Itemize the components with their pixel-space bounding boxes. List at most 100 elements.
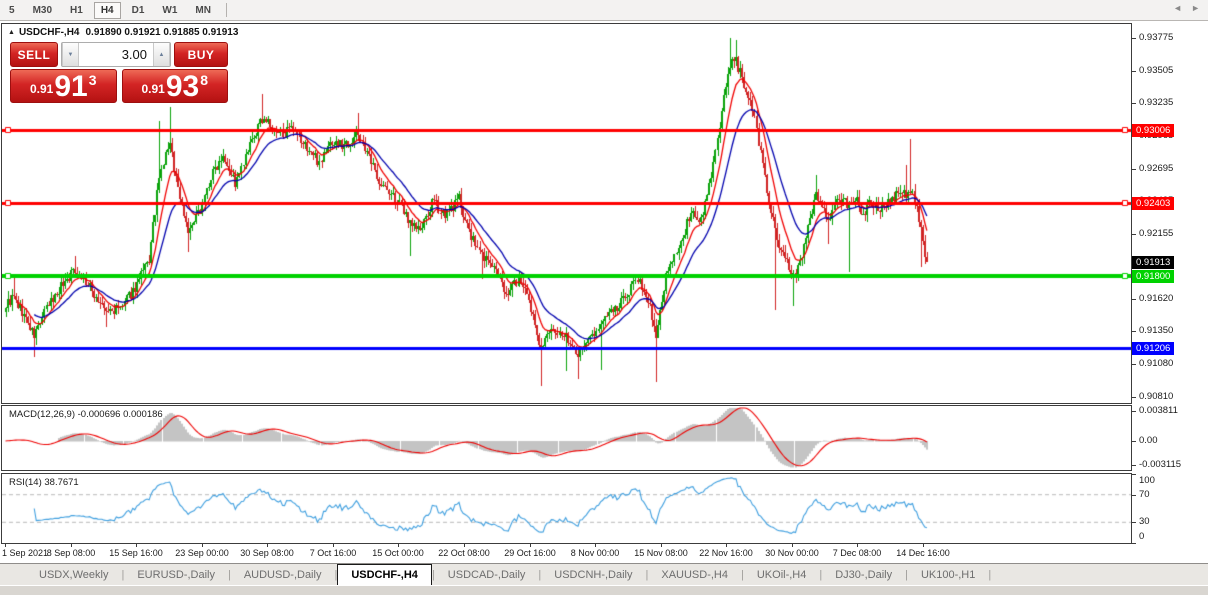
tab-separator: | xyxy=(988,564,991,585)
timeframe-button-mn[interactable]: MN xyxy=(188,2,218,19)
rsi-tick-label: 0 xyxy=(1139,531,1144,543)
timeframe-button-d1[interactable]: D1 xyxy=(125,2,152,19)
timeframe-button-h1[interactable]: H1 xyxy=(63,2,90,19)
volume-increase-button[interactable]: ▲ xyxy=(153,43,170,66)
sell-price-quote[interactable]: 0.91913 xyxy=(10,69,117,103)
tab-scroll-arrows: ◄ ► xyxy=(1173,3,1200,13)
price-axis[interactable]: 0.937750.935050.932350.929650.926950.924… xyxy=(1131,23,1208,543)
timeframe-toolbar: 5M30H1H4D1W1MN xyxy=(0,0,1208,21)
price-tick-mark xyxy=(1131,234,1136,235)
volume-spinner: ▼ ▲ xyxy=(61,42,171,67)
price-tick-mark xyxy=(1131,103,1136,104)
macd-canvas[interactable] xyxy=(2,406,1131,470)
time-tick-mark xyxy=(398,544,399,547)
price-tick-mark xyxy=(1131,397,1136,398)
price-tick-label: 0.91350 xyxy=(1139,325,1173,337)
volume-decrease-button[interactable]: ▼ xyxy=(62,43,79,66)
rsi-canvas[interactable] xyxy=(2,474,1131,543)
rsi-tick-label: 30 xyxy=(1139,516,1150,528)
status-strip xyxy=(0,585,1208,595)
timeframe-button-5[interactable]: 5 xyxy=(2,2,22,19)
chart-tab-usdcnhdaily[interactable]: USDCNH-,Daily xyxy=(541,564,645,585)
rsi-tick-mark xyxy=(1131,495,1136,496)
time-tick-mark xyxy=(661,544,662,547)
rsi-tick-label: 100 xyxy=(1139,475,1155,487)
rsi-indicator-panel: RSI(14) 38.7671 xyxy=(1,473,1132,544)
timeframe-button-h4[interactable]: H4 xyxy=(94,2,121,19)
time-tick-mark xyxy=(202,544,203,547)
buy-price-quote[interactable]: 0.91938 xyxy=(122,69,229,103)
chart-tab-usdxweekly[interactable]: USDX,Weekly xyxy=(26,564,121,585)
macd-tick-mark xyxy=(1131,465,1136,466)
chart-tab-audusddaily[interactable]: AUDUSD-,Daily xyxy=(231,564,335,585)
timeframe-button-m30[interactable]: M30 xyxy=(26,2,59,19)
hline-price-label[interactable]: 0.91206 xyxy=(1132,342,1174,355)
one-click-trading-panel: SELL ▼ ▲ BUY 0.91913 0.91938 xyxy=(10,42,228,103)
price-tick-mark xyxy=(1131,169,1136,170)
hline-price-label[interactable]: 0.92403 xyxy=(1132,197,1174,210)
ohlc-values: 0.91890 0.91921 0.91885 0.91913 xyxy=(86,27,239,38)
chart-symbol-label: USDCHF-,H4 xyxy=(19,27,80,38)
chart-tab-usdcaddaily[interactable]: USDCAD-,Daily xyxy=(435,564,539,585)
time-tick-mark xyxy=(923,544,924,547)
macd-tick-mark xyxy=(1131,411,1136,412)
time-axis[interactable]: 1 Sep 20218 Sep 08:0015 Sep 16:0023 Sep … xyxy=(0,543,1131,562)
buy-button[interactable]: BUY xyxy=(174,42,228,67)
hline-price-label[interactable]: 0.93006 xyxy=(1132,124,1174,137)
time-tick-mark xyxy=(857,544,858,547)
price-tick-mark xyxy=(1131,364,1136,365)
sell-price-pip: 3 xyxy=(89,72,97,88)
macd-tick-label: 0.003811 xyxy=(1139,405,1178,417)
chart-tab-eurusddaily[interactable]: EURUSD-,Daily xyxy=(124,564,228,585)
buy-price-pip: 8 xyxy=(200,72,208,88)
macd-tick-label: -0.003115 xyxy=(1139,459,1181,471)
price-tick-mark xyxy=(1131,71,1136,72)
macd-indicator-panel: MACD(12,26,9) -0.000696 0.000186 xyxy=(1,405,1132,471)
price-tick-label: 0.90810 xyxy=(1139,391,1173,403)
time-tick-mark xyxy=(267,544,268,547)
price-tick-label: 0.92695 xyxy=(1139,163,1173,175)
rsi-tick-mark xyxy=(1131,474,1136,475)
price-tick-label: 0.93775 xyxy=(1139,32,1173,44)
price-tick-label: 0.91080 xyxy=(1139,358,1173,370)
time-tick-label: 14 Dec 16:00 xyxy=(881,548,965,558)
arrow-down-icon: ▼ xyxy=(68,52,74,58)
chart-tab-dj30daily[interactable]: DJ30-,Daily xyxy=(822,564,905,585)
time-tick-mark xyxy=(792,544,793,547)
chart-ohlc-header: ▲ USDCHF-,H4 0.91890 0.91921 0.91885 0.919… xyxy=(8,27,238,38)
sell-price-big: 91 xyxy=(54,74,87,100)
sell-price-prefix: 0.91 xyxy=(30,82,53,96)
toolbar-separator xyxy=(226,3,227,17)
chart-tab-usdchfh4[interactable]: USDCHF-,H4 xyxy=(337,564,432,585)
buy-price-prefix: 0.91 xyxy=(141,82,164,96)
price-tick-mark xyxy=(1131,299,1136,300)
volume-input[interactable] xyxy=(79,43,153,66)
rsi-tick-mark xyxy=(1131,543,1136,544)
rsi-label: RSI(14) 38.7671 xyxy=(9,477,79,488)
price-tick-label: 0.93505 xyxy=(1139,65,1173,77)
chart-tab-ukoilh4[interactable]: UKOil-,H4 xyxy=(744,564,820,585)
price-tick-mark xyxy=(1131,331,1136,332)
chart-tab-uk100h1[interactable]: UK100-,H1 xyxy=(908,564,988,585)
buy-price-big: 93 xyxy=(166,74,199,100)
time-tick-mark xyxy=(5,544,6,547)
price-tick-label: 0.92155 xyxy=(1139,228,1173,240)
time-tick-mark xyxy=(595,544,596,547)
price-tick-label: 0.93235 xyxy=(1139,97,1173,109)
rsi-tick-label: 70 xyxy=(1139,489,1150,501)
time-tick-mark xyxy=(530,544,531,547)
chart-tab-xauusdh4[interactable]: XAUUSD-,H4 xyxy=(648,564,741,585)
timeframe-button-w1[interactable]: W1 xyxy=(155,2,184,19)
price-tick-mark xyxy=(1131,38,1136,39)
collapse-icon[interactable]: ▲ xyxy=(8,29,15,36)
time-tick-mark xyxy=(136,544,137,547)
tab-scroll-left-icon[interactable]: ◄ xyxy=(1173,3,1182,13)
hline-price-label[interactable]: 0.91800 xyxy=(1132,270,1174,283)
tab-scroll-right-icon[interactable]: ► xyxy=(1191,3,1200,13)
sell-button[interactable]: SELL xyxy=(10,42,58,67)
price-tick-label: 0.91620 xyxy=(1139,293,1173,305)
macd-tick-label: 0.00 xyxy=(1139,435,1158,447)
time-tick-mark xyxy=(333,544,334,547)
chart-tab-bar: USDX,Weekly|EURUSD-,Daily|AUDUSD-,Daily|… xyxy=(0,563,1208,585)
current-price-label: 0.91913 xyxy=(1132,256,1174,269)
